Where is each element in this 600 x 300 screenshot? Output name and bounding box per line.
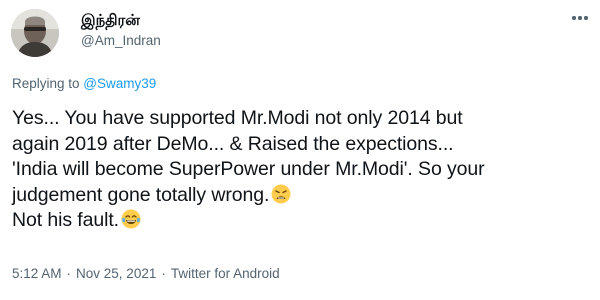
tweet-date[interactable]: Nov 25, 2021 xyxy=(76,266,156,281)
tweet-line: judgement gone totally wrong. xyxy=(12,183,270,206)
meta-separator: · xyxy=(161,266,166,281)
replying-to-label: Replying to xyxy=(12,76,84,91)
tweet-line: again 2019 after DeMo... & Raised the ex… xyxy=(12,132,454,155)
avatar-photo-icon xyxy=(11,9,59,57)
tweet-source[interactable]: Twitter for Android xyxy=(171,266,280,281)
tweet-line: 'India will become SuperPower under Mr.M… xyxy=(12,158,485,180)
tweet-text: Yes... You have supported Mr.Modi not on… xyxy=(12,106,596,234)
avatar[interactable] xyxy=(11,9,59,57)
tweet-meta: 5:12 AM · Nov 25, 2021 · Twitter for Android xyxy=(12,266,280,281)
crying-laughing-icon xyxy=(121,209,141,229)
author-display-name[interactable]: இந்திரன் xyxy=(81,11,140,31)
more-options-icon[interactable] xyxy=(566,8,594,28)
meta-separator: · xyxy=(66,266,72,281)
tweet-line: Yes... You have supported Mr.Modi not on… xyxy=(12,107,463,129)
author-handle[interactable]: @Am_Indran xyxy=(81,33,161,48)
weary-face-icon xyxy=(271,184,291,203)
tweet-time[interactable]: 5:12 AM xyxy=(12,266,62,281)
replying-to: Replying to @Swamy39 xyxy=(12,76,156,91)
reply-mention-link[interactable]: @Swamy39 xyxy=(83,76,156,91)
tweet-line: Not his fault. xyxy=(12,209,119,231)
tweet-card: இந்திரன் @Am_Indran Replying to @Swamy39… xyxy=(0,0,600,300)
